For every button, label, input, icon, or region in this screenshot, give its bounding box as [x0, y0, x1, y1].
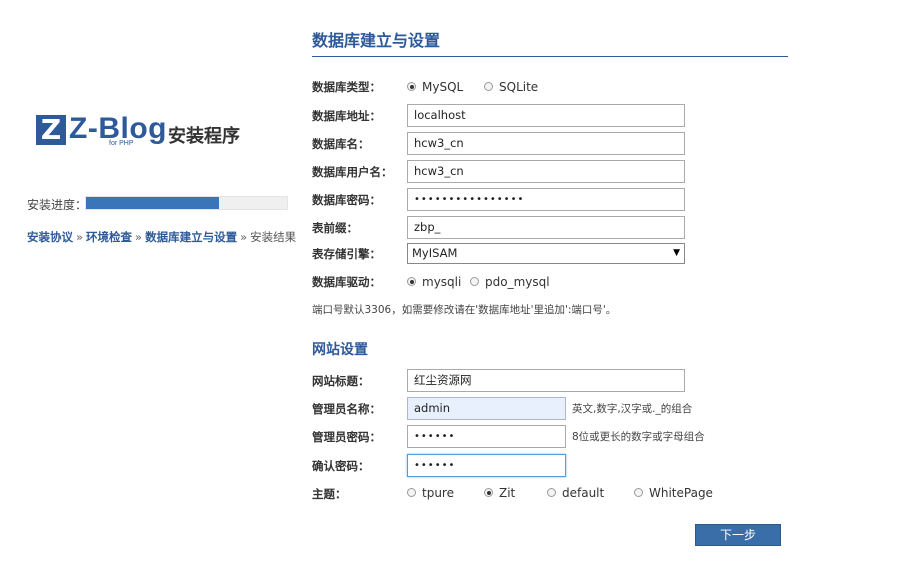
logo-subtext: for PHP	[109, 140, 134, 147]
next-step-button[interactable]: 下一步	[695, 524, 781, 546]
step-license: 安装协议	[27, 230, 73, 244]
storage-engine-label: 表存储引擎：	[312, 247, 381, 261]
table-prefix-label: 表前缀：	[312, 221, 358, 235]
db-name-input[interactable]: hcw3_cn	[407, 132, 685, 155]
db-type-mysql-radio[interactable]: MySQL	[407, 79, 463, 95]
dropdown-arrow-icon: ▼	[673, 248, 680, 258]
driver-pdo-mysql-radio[interactable]: pdo_mysql	[470, 274, 550, 290]
zblog-logo: Z Z-Blog for PHP 安装程序	[36, 112, 296, 155]
table-prefix-input[interactable]: zbp_	[407, 216, 685, 239]
db-password-label: 数据库密码：	[312, 193, 381, 207]
db-section-title: 数据库建立与设置	[312, 31, 441, 50]
site-title-input[interactable]: 红尘资源网	[407, 369, 685, 392]
db-name-label: 数据库名：	[312, 137, 370, 151]
logo-z-icon: Z	[36, 115, 66, 145]
theme-tpure-radio[interactable]: tpure	[407, 485, 454, 501]
theme-whitepage-radio[interactable]: WhitePage	[634, 485, 713, 501]
db-type-label: 数据库类型：	[312, 80, 381, 94]
theme-label: 主题：	[312, 487, 347, 501]
radio-unchecked-icon	[407, 488, 416, 497]
radio-unchecked-icon	[470, 277, 479, 286]
db-password-input[interactable]: ••••••••••••••••	[407, 188, 685, 211]
admin-name-label: 管理员名称：	[312, 402, 381, 416]
storage-engine-value: MyISAM	[412, 246, 458, 260]
installer-title: 安装程序	[168, 126, 240, 147]
db-type-sqlite-radio[interactable]: SQLite	[484, 79, 538, 95]
site-section-title: 网站设置	[312, 342, 368, 358]
step-db-setup: 数据库建立与设置	[145, 230, 238, 244]
confirm-password-input[interactable]: ••••••	[407, 454, 566, 477]
step-separator: »	[76, 230, 84, 244]
step-result: 安装结果	[250, 230, 297, 244]
step-env-check: 环境检查	[86, 230, 133, 244]
storage-engine-select[interactable]: MyISAM ▼	[407, 243, 685, 264]
progress-label: 安装进度：	[27, 198, 88, 212]
admin-password-label: 管理员密码：	[312, 430, 381, 444]
install-progress-fill	[86, 197, 219, 209]
install-steps-breadcrumb: 安装协议» 环境检查» 数据库建立与设置» 安装结果	[27, 229, 296, 245]
title-divider	[312, 56, 788, 57]
admin-password-hint: 8位或更长的数字或字母组合	[572, 431, 705, 443]
radio-unchecked-icon	[484, 82, 493, 91]
db-host-input[interactable]: localhost	[407, 104, 685, 127]
confirm-password-label: 确认密码：	[312, 459, 370, 473]
radio-checked-icon	[407, 82, 416, 91]
radio-unchecked-icon	[547, 488, 556, 497]
site-title-label: 网站标题：	[312, 374, 370, 388]
db-user-input[interactable]: hcw3_cn	[407, 160, 685, 183]
admin-name-hint: 英文,数字,汉字或._的组合	[572, 403, 693, 415]
radio-checked-icon	[484, 488, 493, 497]
db-user-label: 数据库用户名：	[312, 165, 393, 179]
step-separator: »	[240, 230, 248, 244]
install-progress-bar	[85, 196, 288, 210]
radio-checked-icon	[407, 277, 416, 286]
admin-name-input[interactable]: admin	[407, 397, 566, 420]
db-host-label: 数据库地址：	[312, 109, 381, 123]
driver-mysqli-radio[interactable]: mysqli	[407, 274, 461, 290]
radio-unchecked-icon	[634, 488, 643, 497]
theme-default-radio[interactable]: default	[547, 485, 604, 501]
theme-zit-radio[interactable]: Zit	[484, 485, 515, 501]
step-separator: »	[135, 230, 143, 244]
port-note: 端口号默认3306，如需要修改请在'数据库地址'里追加':端口号'。	[312, 304, 617, 316]
db-driver-label: 数据库驱动：	[312, 275, 381, 289]
admin-password-input[interactable]: ••••••	[407, 425, 566, 448]
